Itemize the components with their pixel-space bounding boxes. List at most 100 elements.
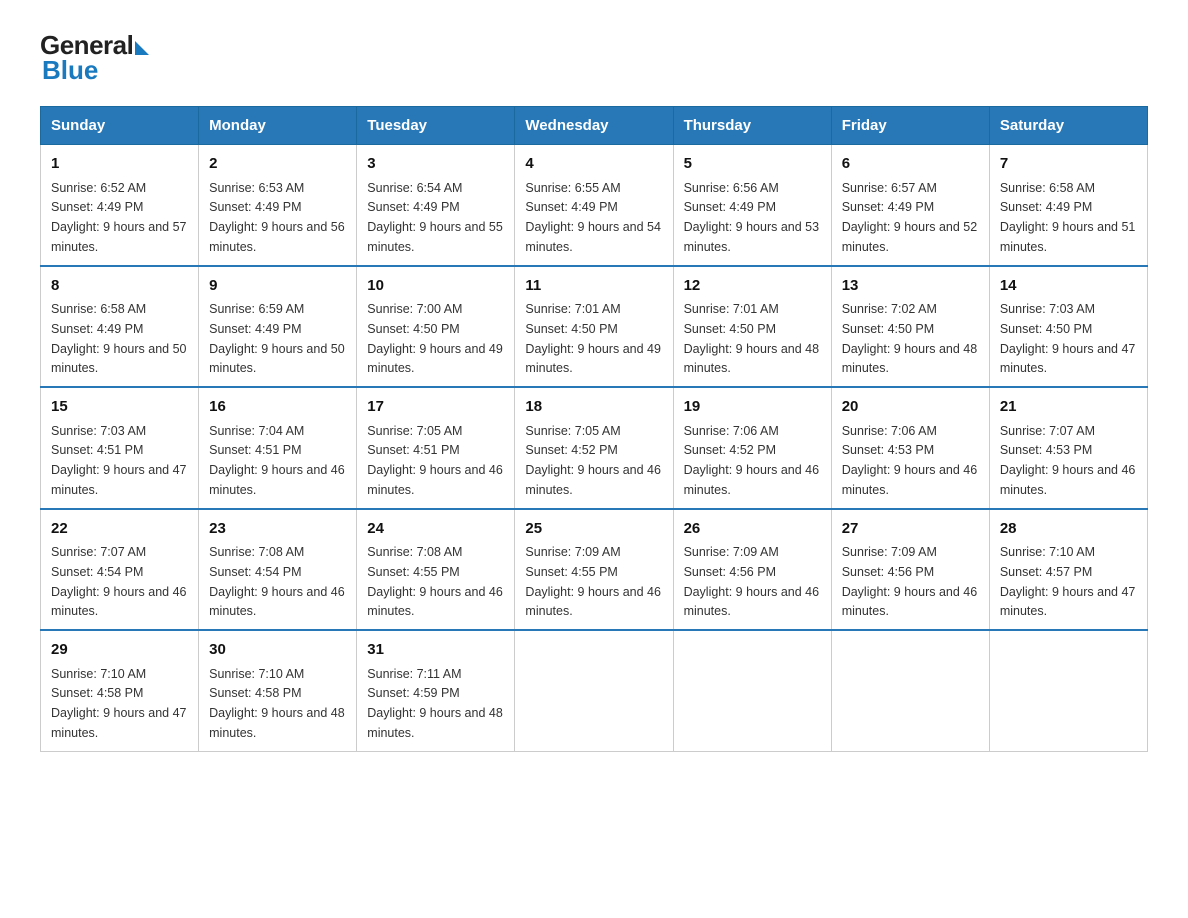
calendar-week-row: 22 Sunrise: 7:07 AMSunset: 4:54 PMDaylig… xyxy=(41,509,1148,631)
day-info: Sunrise: 7:00 AMSunset: 4:50 PMDaylight:… xyxy=(367,302,503,375)
calendar-day-cell: 15 Sunrise: 7:03 AMSunset: 4:51 PMDaylig… xyxy=(41,387,199,509)
day-info: Sunrise: 7:04 AMSunset: 4:51 PMDaylight:… xyxy=(209,424,345,497)
day-number: 28 xyxy=(1000,518,1137,541)
day-number: 26 xyxy=(684,518,821,541)
day-header-monday: Monday xyxy=(199,107,357,145)
calendar-day-cell: 31 Sunrise: 7:11 AMSunset: 4:59 PMDaylig… xyxy=(357,630,515,751)
day-number: 1 xyxy=(51,153,188,176)
day-number: 2 xyxy=(209,153,346,176)
day-number: 19 xyxy=(684,396,821,419)
calendar-day-cell: 28 Sunrise: 7:10 AMSunset: 4:57 PMDaylig… xyxy=(989,509,1147,631)
calendar-day-cell: 21 Sunrise: 7:07 AMSunset: 4:53 PMDaylig… xyxy=(989,387,1147,509)
calendar-day-cell: 20 Sunrise: 7:06 AMSunset: 4:53 PMDaylig… xyxy=(831,387,989,509)
calendar-day-cell: 6 Sunrise: 6:57 AMSunset: 4:49 PMDayligh… xyxy=(831,145,989,266)
day-header-sunday: Sunday xyxy=(41,107,199,145)
calendar-day-cell: 27 Sunrise: 7:09 AMSunset: 4:56 PMDaylig… xyxy=(831,509,989,631)
day-number: 30 xyxy=(209,639,346,662)
day-info: Sunrise: 7:05 AMSunset: 4:51 PMDaylight:… xyxy=(367,424,503,497)
day-number: 21 xyxy=(1000,396,1137,419)
day-info: Sunrise: 7:09 AMSunset: 4:56 PMDaylight:… xyxy=(684,545,820,618)
day-number: 17 xyxy=(367,396,504,419)
calendar-day-cell: 17 Sunrise: 7:05 AMSunset: 4:51 PMDaylig… xyxy=(357,387,515,509)
day-info: Sunrise: 7:07 AMSunset: 4:53 PMDaylight:… xyxy=(1000,424,1136,497)
day-info: Sunrise: 7:08 AMSunset: 4:54 PMDaylight:… xyxy=(209,545,345,618)
day-number: 11 xyxy=(525,275,662,298)
calendar-day-cell: 8 Sunrise: 6:58 AMSunset: 4:49 PMDayligh… xyxy=(41,266,199,388)
day-number: 3 xyxy=(367,153,504,176)
day-number: 4 xyxy=(525,153,662,176)
day-number: 12 xyxy=(684,275,821,298)
calendar-day-cell: 9 Sunrise: 6:59 AMSunset: 4:49 PMDayligh… xyxy=(199,266,357,388)
calendar-day-cell: 12 Sunrise: 7:01 AMSunset: 4:50 PMDaylig… xyxy=(673,266,831,388)
calendar-week-row: 29 Sunrise: 7:10 AMSunset: 4:58 PMDaylig… xyxy=(41,630,1148,751)
calendar-body: 1 Sunrise: 6:52 AMSunset: 4:49 PMDayligh… xyxy=(41,145,1148,752)
calendar-day-cell xyxy=(515,630,673,751)
day-info: Sunrise: 6:52 AMSunset: 4:49 PMDaylight:… xyxy=(51,181,187,254)
calendar-day-cell: 11 Sunrise: 7:01 AMSunset: 4:50 PMDaylig… xyxy=(515,266,673,388)
logo-arrow-icon xyxy=(135,41,149,55)
day-info: Sunrise: 7:10 AMSunset: 4:58 PMDaylight:… xyxy=(51,667,187,740)
day-number: 8 xyxy=(51,275,188,298)
day-info: Sunrise: 7:10 AMSunset: 4:58 PMDaylight:… xyxy=(209,667,345,740)
calendar-day-cell: 25 Sunrise: 7:09 AMSunset: 4:55 PMDaylig… xyxy=(515,509,673,631)
calendar-day-cell: 24 Sunrise: 7:08 AMSunset: 4:55 PMDaylig… xyxy=(357,509,515,631)
day-info: Sunrise: 6:56 AMSunset: 4:49 PMDaylight:… xyxy=(684,181,820,254)
day-info: Sunrise: 7:09 AMSunset: 4:55 PMDaylight:… xyxy=(525,545,661,618)
day-number: 9 xyxy=(209,275,346,298)
day-info: Sunrise: 7:06 AMSunset: 4:52 PMDaylight:… xyxy=(684,424,820,497)
day-number: 15 xyxy=(51,396,188,419)
calendar-week-row: 15 Sunrise: 7:03 AMSunset: 4:51 PMDaylig… xyxy=(41,387,1148,509)
day-info: Sunrise: 6:55 AMSunset: 4:49 PMDaylight:… xyxy=(525,181,661,254)
day-info: Sunrise: 6:58 AMSunset: 4:49 PMDaylight:… xyxy=(51,302,187,375)
day-info: Sunrise: 7:05 AMSunset: 4:52 PMDaylight:… xyxy=(525,424,661,497)
calendar-day-cell: 10 Sunrise: 7:00 AMSunset: 4:50 PMDaylig… xyxy=(357,266,515,388)
day-number: 27 xyxy=(842,518,979,541)
day-info: Sunrise: 7:08 AMSunset: 4:55 PMDaylight:… xyxy=(367,545,503,618)
day-info: Sunrise: 7:03 AMSunset: 4:50 PMDaylight:… xyxy=(1000,302,1136,375)
day-info: Sunrise: 6:58 AMSunset: 4:49 PMDaylight:… xyxy=(1000,181,1136,254)
day-header-wednesday: Wednesday xyxy=(515,107,673,145)
calendar-day-cell: 2 Sunrise: 6:53 AMSunset: 4:49 PMDayligh… xyxy=(199,145,357,266)
day-number: 13 xyxy=(842,275,979,298)
calendar-day-cell: 30 Sunrise: 7:10 AMSunset: 4:58 PMDaylig… xyxy=(199,630,357,751)
calendar-day-cell: 18 Sunrise: 7:05 AMSunset: 4:52 PMDaylig… xyxy=(515,387,673,509)
day-number: 10 xyxy=(367,275,504,298)
day-info: Sunrise: 6:57 AMSunset: 4:49 PMDaylight:… xyxy=(842,181,978,254)
day-info: Sunrise: 7:10 AMSunset: 4:57 PMDaylight:… xyxy=(1000,545,1136,618)
calendar-day-cell: 29 Sunrise: 7:10 AMSunset: 4:58 PMDaylig… xyxy=(41,630,199,751)
day-number: 16 xyxy=(209,396,346,419)
day-header-tuesday: Tuesday xyxy=(357,107,515,145)
day-number: 23 xyxy=(209,518,346,541)
day-number: 14 xyxy=(1000,275,1137,298)
day-info: Sunrise: 7:09 AMSunset: 4:56 PMDaylight:… xyxy=(842,545,978,618)
day-info: Sunrise: 7:11 AMSunset: 4:59 PMDaylight:… xyxy=(367,667,503,740)
day-info: Sunrise: 6:59 AMSunset: 4:49 PMDaylight:… xyxy=(209,302,345,375)
calendar-day-cell: 13 Sunrise: 7:02 AMSunset: 4:50 PMDaylig… xyxy=(831,266,989,388)
calendar-week-row: 8 Sunrise: 6:58 AMSunset: 4:49 PMDayligh… xyxy=(41,266,1148,388)
calendar-day-cell: 16 Sunrise: 7:04 AMSunset: 4:51 PMDaylig… xyxy=(199,387,357,509)
calendar-day-cell: 1 Sunrise: 6:52 AMSunset: 4:49 PMDayligh… xyxy=(41,145,199,266)
day-number: 31 xyxy=(367,639,504,662)
day-number: 22 xyxy=(51,518,188,541)
day-info: Sunrise: 7:02 AMSunset: 4:50 PMDaylight:… xyxy=(842,302,978,375)
calendar-day-cell xyxy=(673,630,831,751)
day-header-thursday: Thursday xyxy=(673,107,831,145)
calendar-day-cell: 5 Sunrise: 6:56 AMSunset: 4:49 PMDayligh… xyxy=(673,145,831,266)
day-header-saturday: Saturday xyxy=(989,107,1147,145)
calendar-day-cell xyxy=(831,630,989,751)
calendar-day-cell: 7 Sunrise: 6:58 AMSunset: 4:49 PMDayligh… xyxy=(989,145,1147,266)
day-number: 18 xyxy=(525,396,662,419)
calendar-day-cell: 4 Sunrise: 6:55 AMSunset: 4:49 PMDayligh… xyxy=(515,145,673,266)
day-number: 25 xyxy=(525,518,662,541)
calendar-day-cell: 3 Sunrise: 6:54 AMSunset: 4:49 PMDayligh… xyxy=(357,145,515,266)
day-number: 5 xyxy=(684,153,821,176)
day-number: 6 xyxy=(842,153,979,176)
day-number: 20 xyxy=(842,396,979,419)
day-number: 29 xyxy=(51,639,188,662)
calendar-day-cell: 19 Sunrise: 7:06 AMSunset: 4:52 PMDaylig… xyxy=(673,387,831,509)
calendar-day-cell xyxy=(989,630,1147,751)
calendar-week-row: 1 Sunrise: 6:52 AMSunset: 4:49 PMDayligh… xyxy=(41,145,1148,266)
day-number: 7 xyxy=(1000,153,1137,176)
logo-blue-text: Blue xyxy=(42,55,98,86)
page-header: General Blue xyxy=(40,30,1148,86)
